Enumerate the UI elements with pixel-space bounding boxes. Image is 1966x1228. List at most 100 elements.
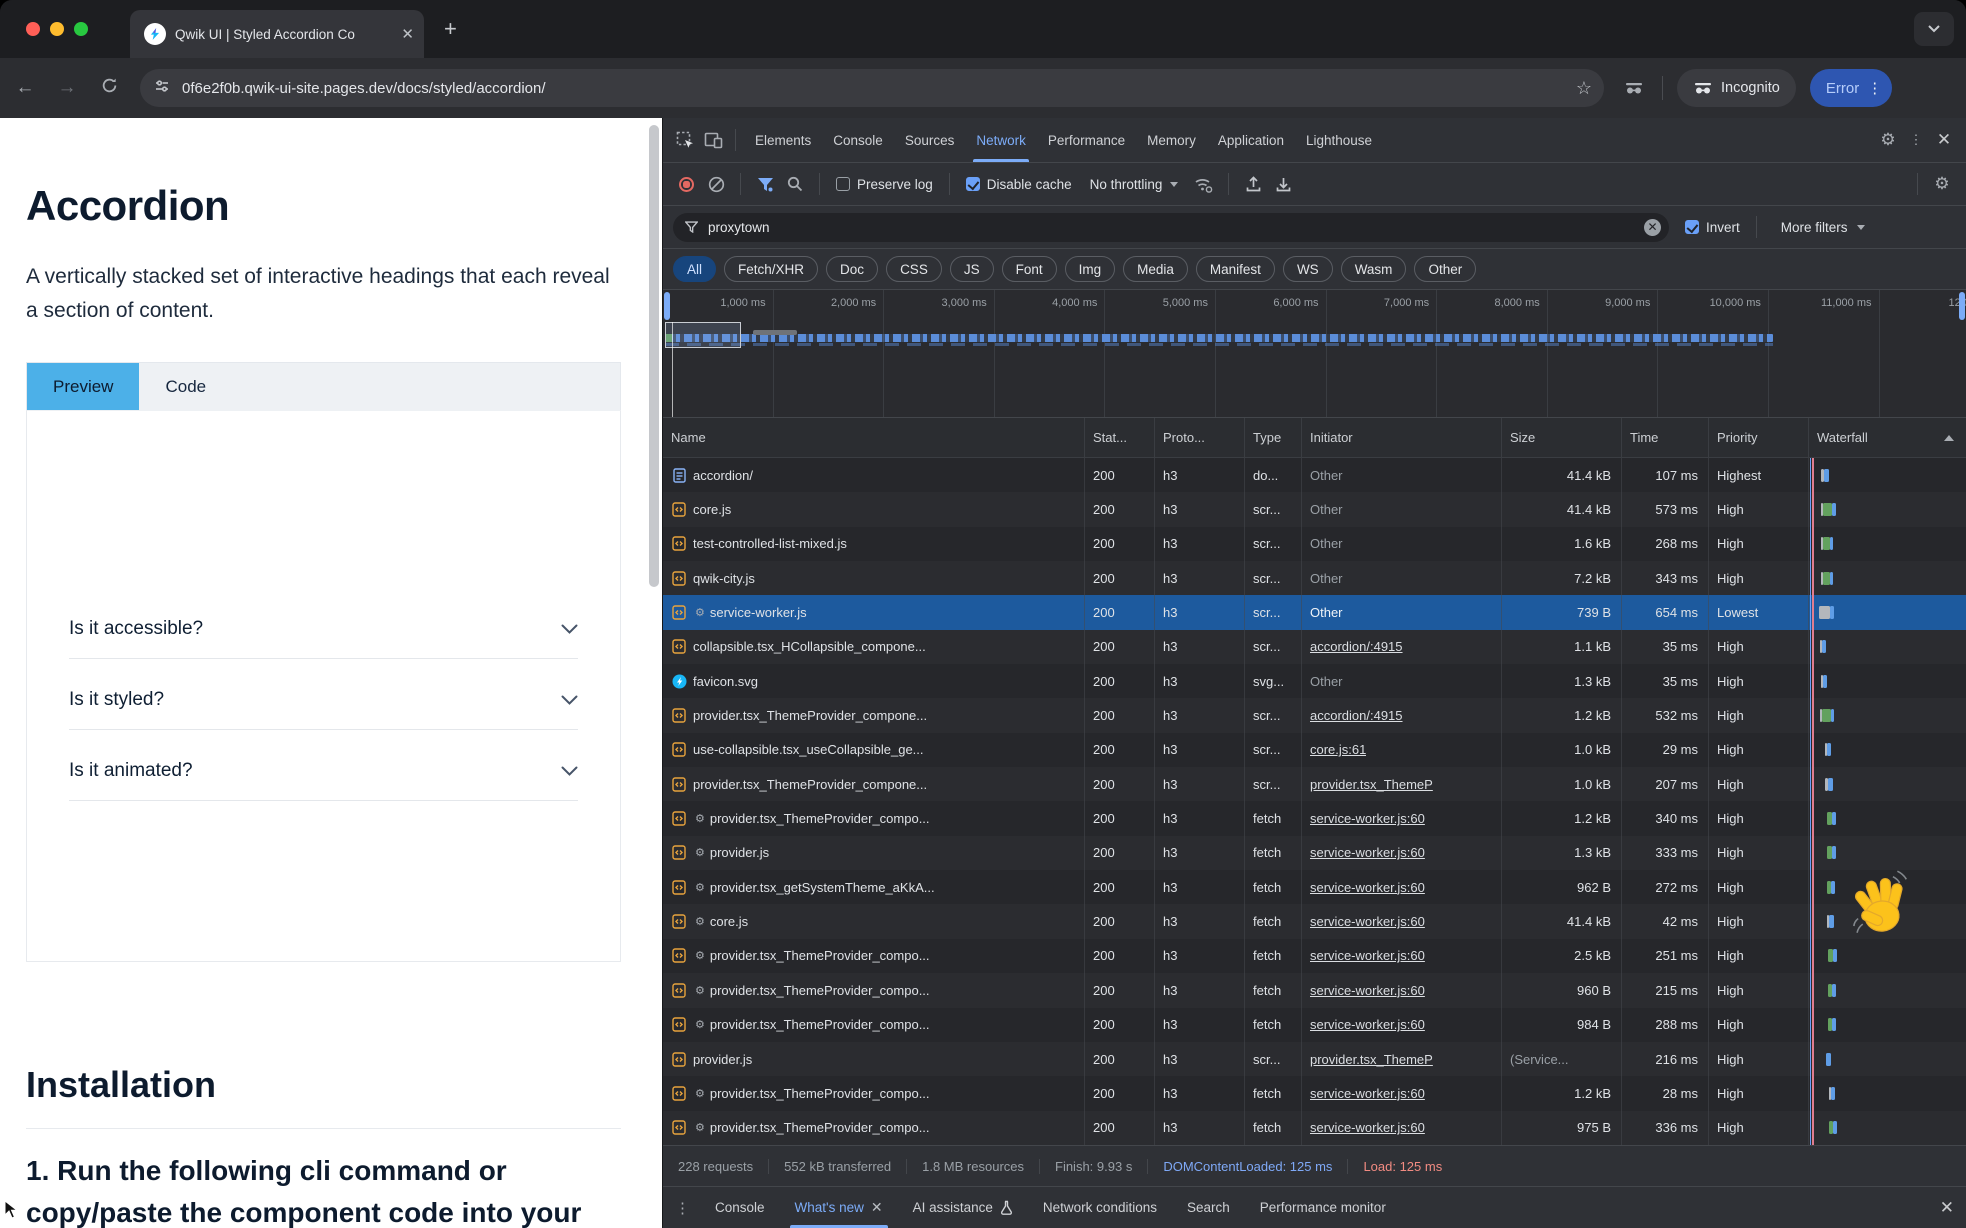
devtools-tab-console[interactable]: Console [822, 118, 894, 162]
waterfall-cell[interactable] [1809, 1076, 1966, 1110]
initiator-link[interactable]: service-worker.js:60 [1310, 811, 1425, 826]
table-row[interactable]: ⚙provider.tsx_ThemeProvider_compo...200h… [663, 1111, 1966, 1145]
forward-button[interactable]: → [50, 77, 84, 99]
tab-close-icon[interactable]: ✕ [401, 25, 414, 43]
drawer-menu-icon[interactable]: ⋮ [675, 1199, 690, 1217]
filter-chip-css[interactable]: CSS [886, 256, 942, 282]
devtools-tab-sources[interactable]: Sources [894, 118, 966, 162]
disable-cache-toggle[interactable]: Disable cache [960, 177, 1078, 192]
initiator-link[interactable]: service-worker.js:60 [1310, 1017, 1425, 1032]
network-settings-icon[interactable]: ⚙ [1928, 170, 1956, 198]
name-cell[interactable]: ⚙provider.js [663, 836, 1085, 870]
waterfall-cell[interactable] [1809, 939, 1966, 973]
accordion-item[interactable]: Is it animated? [69, 741, 578, 801]
initiator-cell[interactable]: accordion/:4915 [1302, 630, 1502, 664]
filter-chip-js[interactable]: JS [950, 256, 994, 282]
devtools-tab-memory[interactable]: Memory [1136, 118, 1207, 162]
devtools-tab-application[interactable]: Application [1207, 118, 1295, 162]
column-header-priority[interactable]: Priority [1709, 418, 1809, 457]
name-cell[interactable]: collapsible.tsx_HCollapsible_compone... [663, 630, 1085, 664]
url-bar[interactable]: 0f6e2f0b.qwik-ui-site.pages.dev/docs/sty… [140, 69, 1604, 107]
table-row[interactable]: qwik-city.js200h3scr...Other7.2 kB343 ms… [663, 561, 1966, 595]
name-cell[interactable]: ⚙provider.tsx_ThemeProvider_compo... [663, 1008, 1085, 1042]
initiator-link[interactable]: accordion/:4915 [1310, 639, 1403, 654]
waterfall-cell[interactable] [1809, 1008, 1966, 1042]
profile-error-button[interactable]: Error ⋮ [1810, 69, 1892, 107]
minimize-window-button[interactable] [50, 22, 64, 36]
tab-preview[interactable]: Preview [27, 363, 139, 410]
name-cell[interactable]: test-controlled-list-mixed.js [663, 527, 1085, 561]
name-cell[interactable]: provider.tsx_ThemeProvider_compone... [663, 767, 1085, 801]
table-row[interactable]: ⚙provider.tsx_ThemeProvider_compo...200h… [663, 1076, 1966, 1110]
initiator-cell[interactable]: provider.tsx_ThemeP [1302, 767, 1502, 801]
initiator-cell[interactable]: Other [1302, 664, 1502, 698]
initiator-cell[interactable]: service-worker.js:60 [1302, 973, 1502, 1007]
table-row[interactable]: favicon.svg200h3svg...Other1.3 kB35 msHi… [663, 664, 1966, 698]
table-row[interactable]: provider.tsx_ThemeProvider_compone...200… [663, 767, 1966, 801]
filter-chip-all[interactable]: All [673, 256, 716, 282]
initiator-link[interactable]: provider.tsx_ThemeP [1310, 777, 1433, 792]
name-cell[interactable]: provider.js [663, 1042, 1085, 1076]
initiator-cell[interactable]: service-worker.js:60 [1302, 939, 1502, 973]
page-scrollbar[interactable] [648, 118, 660, 1228]
drawer-tab-performance-monitor[interactable]: Performance monitor [1245, 1187, 1401, 1228]
filter-chip-doc[interactable]: Doc [826, 256, 878, 282]
waterfall-cell[interactable] [1809, 1111, 1966, 1145]
filter-chip-font[interactable]: Font [1002, 256, 1057, 282]
table-row[interactable]: test-controlled-list-mixed.js200h3scr...… [663, 527, 1966, 561]
devtools-tab-elements[interactable]: Elements [744, 118, 822, 162]
invert-filter-toggle[interactable]: Invert [1685, 220, 1740, 235]
table-row[interactable]: use-collapsible.tsx_useCollapsible_ge...… [663, 733, 1966, 767]
waterfall-cell[interactable] [1809, 973, 1966, 1007]
devtools-kebab-menu-icon[interactable]: ⋮ [1902, 126, 1930, 154]
column-header-stat[interactable]: Stat... [1085, 418, 1155, 457]
tab-search-button[interactable] [1914, 12, 1954, 46]
tab-code[interactable]: Code [139, 363, 232, 410]
inspect-element-icon[interactable] [671, 126, 699, 154]
name-cell[interactable]: qwik-city.js [663, 561, 1085, 595]
waterfall-cell[interactable] [1809, 767, 1966, 801]
filter-chip-fetchxhr[interactable]: Fetch/XHR [724, 256, 818, 282]
clear-filter-icon[interactable]: ✕ [1644, 219, 1661, 236]
name-cell[interactable]: ⚙provider.tsx_ThemeProvider_compo... [663, 973, 1085, 1007]
site-settings-icon[interactable] [154, 78, 170, 99]
drawer-tab-network-conditions[interactable]: Network conditions [1028, 1187, 1172, 1228]
initiator-link[interactable]: provider.tsx_ThemeP [1310, 1052, 1433, 1067]
filter-chip-manifest[interactable]: Manifest [1196, 256, 1275, 282]
throttling-select[interactable]: No throttling [1080, 177, 1189, 192]
devtools-tab-network[interactable]: Network [965, 118, 1037, 162]
waterfall-cell[interactable] [1809, 458, 1966, 492]
initiator-link[interactable]: core.js:61 [1310, 742, 1366, 757]
devtools-tab-lighthouse[interactable]: Lighthouse [1295, 118, 1383, 162]
initiator-cell[interactable]: service-worker.js:60 [1302, 904, 1502, 938]
table-row[interactable]: ⚙service-worker.js200h3scr...Other739 B6… [663, 595, 1966, 629]
initiator-cell[interactable]: provider.tsx_ThemeP [1302, 1042, 1502, 1076]
name-cell[interactable]: ⚙provider.tsx_ThemeProvider_compo... [663, 801, 1085, 835]
kebab-menu-icon[interactable]: ⋮ [1867, 79, 1882, 97]
invert-checkbox[interactable] [1685, 220, 1699, 234]
accordion-item[interactable]: Is it accessible? [69, 599, 578, 659]
column-header-proto[interactable]: Proto... [1155, 418, 1245, 457]
filter-chip-ws[interactable]: WS [1283, 256, 1333, 282]
waterfall-cell[interactable] [1809, 492, 1966, 526]
waterfall-cell[interactable] [1809, 595, 1966, 629]
name-cell[interactable]: favicon.svg [663, 664, 1085, 698]
initiator-cell[interactable]: Other [1302, 561, 1502, 595]
drawer-close-icon[interactable]: ✕ [1940, 1198, 1954, 1218]
drawer-tab-what-s-new[interactable]: What's new✕ [780, 1187, 898, 1228]
initiator-link[interactable]: service-worker.js:60 [1310, 880, 1425, 895]
close-window-button[interactable] [26, 22, 40, 36]
reload-button[interactable] [92, 77, 126, 100]
filter-icon[interactable] [751, 170, 779, 198]
table-row[interactable]: collapsible.tsx_HCollapsible_compone...2… [663, 630, 1966, 664]
drawer-tab-ai-assistance[interactable]: AI assistance [898, 1187, 1028, 1228]
initiator-cell[interactable]: service-worker.js:60 [1302, 1076, 1502, 1110]
table-header-row[interactable]: NameStat...Proto...TypeInitiatorSizeTime… [663, 418, 1966, 458]
new-tab-button[interactable]: + [444, 18, 457, 40]
device-toolbar-icon[interactable] [699, 126, 727, 154]
drawer-tab-close-icon[interactable]: ✕ [871, 1199, 883, 1216]
waterfall-cell[interactable] [1809, 1042, 1966, 1076]
disable-cache-checkbox[interactable] [966, 177, 980, 191]
record-network-log-button[interactable] [679, 177, 694, 192]
export-har-icon[interactable] [1269, 170, 1297, 198]
